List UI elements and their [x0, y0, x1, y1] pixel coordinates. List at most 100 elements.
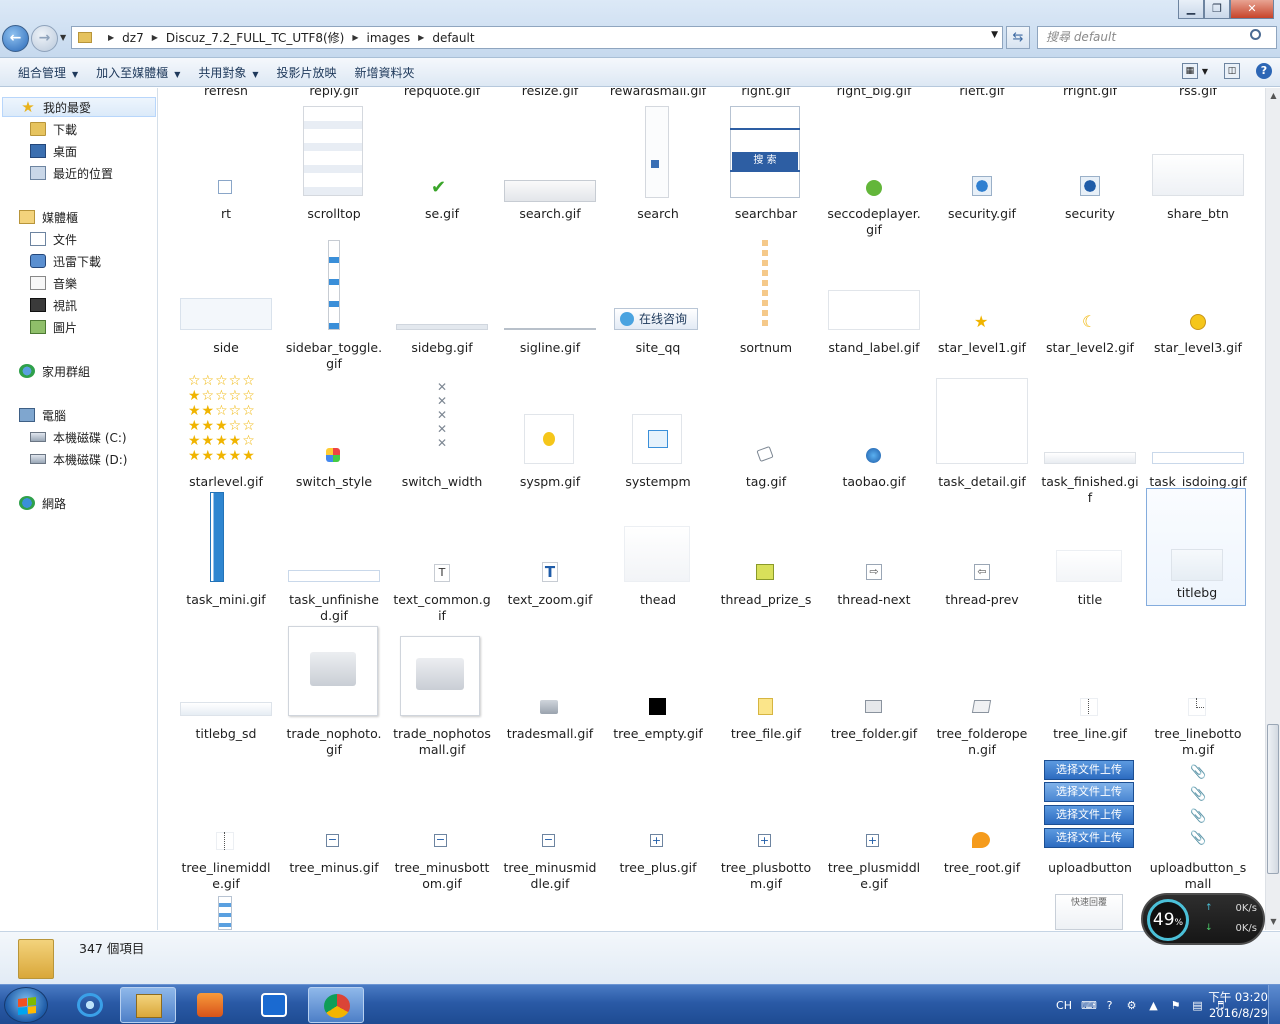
nav-downloads[interactable]: 下載: [30, 119, 77, 139]
language-indicator[interactable]: CH: [1056, 999, 1072, 1012]
file-thumbnail: T: [500, 480, 600, 590]
nav-recent[interactable]: 最近的位置: [30, 163, 113, 183]
scroll-up-icon[interactable]: ▲: [1266, 88, 1280, 103]
nav-label: 本機磁碟 (D:): [53, 452, 128, 467]
file-thumbnail: T: [392, 480, 492, 590]
nav-drive-c[interactable]: 本機磁碟 (C:): [30, 427, 127, 447]
nav-label: 桌面: [53, 144, 78, 159]
clock-date: 2016/8/29: [1209, 1006, 1268, 1020]
download-arrow-icon: ↓: [1205, 923, 1213, 933]
quick-reply-thumb-text: 快速回覆: [1055, 894, 1123, 930]
scrollbar-thumb[interactable]: [1267, 724, 1279, 874]
chevron-right-icon[interactable]: ▶: [418, 33, 424, 42]
file-item-selected[interactable]: titlebg: [1146, 488, 1246, 606]
file-thumbnail: [176, 94, 276, 204]
clock[interactable]: 下午 03:20 2016/8/29: [1208, 989, 1268, 1021]
internet-explorer-icon: [77, 993, 103, 1017]
taskbar-ie[interactable]: [62, 987, 118, 1023]
include-library-label: 加入至媒體櫃: [96, 65, 169, 80]
network-speed-widget[interactable]: 49% ↑ 0K/s ↓ 0K/s: [1141, 893, 1265, 945]
vertical-scrollbar[interactable]: ▲ ▼: [1265, 88, 1280, 930]
help-icon[interactable]: ?: [1103, 999, 1116, 1012]
file-label: tree_minus.gif: [289, 860, 379, 875]
start-button[interactable]: [4, 987, 48, 1023]
breadcrumb-discuz[interactable]: Discuz_7.2_FULL_TC_UTF8(修): [166, 29, 345, 46]
breadcrumb-images[interactable]: images: [367, 31, 411, 45]
file-list: refresh reply.gif repquote.gif resize.gi…: [159, 88, 1265, 930]
change-view-icon[interactable]: ▦: [1181, 63, 1198, 79]
address-dropdown-icon[interactable]: ▼: [991, 30, 998, 40]
nav-drive-d[interactable]: 本機磁碟 (D:): [30, 449, 127, 469]
nav-documents[interactable]: 文件: [30, 229, 77, 249]
taskbar-media-player[interactable]: [182, 987, 238, 1023]
taskbar-chrome[interactable]: [308, 987, 364, 1023]
nav-libraries[interactable]: 媒體櫃: [19, 207, 78, 227]
file-label: star_level2.gif: [1046, 340, 1134, 355]
scroll-down-icon[interactable]: ▼: [1266, 914, 1280, 929]
back-button[interactable]: ←: [2, 25, 29, 52]
preview-pane-icon[interactable]: ◫: [1224, 63, 1240, 79]
new-folder-button[interactable]: 新增資料夾: [355, 64, 415, 81]
minimize-button[interactable]: ▁: [1178, 0, 1204, 19]
file-thumbnail: [1148, 94, 1248, 204]
settings-icon[interactable]: ⚙: [1125, 999, 1138, 1012]
homegroup-icon: [19, 364, 35, 378]
view-dropdown-icon[interactable]: ▼: [1202, 67, 1208, 76]
breadcrumb-dz7[interactable]: dz7: [122, 31, 144, 45]
file-thumbnail: [500, 362, 600, 472]
file-thumbnail: [932, 748, 1032, 858]
hard-drive-icon: [30, 432, 46, 442]
nav-homegroup[interactable]: 家用群組: [19, 361, 90, 381]
file-label: task_mini.gif: [186, 592, 266, 607]
maximize-button[interactable]: ❐: [1204, 0, 1230, 19]
file-label: tree_plusmiddle.gif: [827, 860, 921, 891]
desktop-icon: [30, 144, 46, 158]
nav-thunder[interactable]: 迅雷下載: [30, 251, 101, 271]
keyboard-icon[interactable]: ⌨: [1081, 999, 1097, 1012]
help-icon[interactable]: ?: [1256, 63, 1272, 79]
nav-network[interactable]: 網路: [19, 493, 66, 513]
chevron-right-icon[interactable]: ▶: [352, 33, 358, 42]
file-label: search.gif: [519, 206, 581, 221]
taskbar-maxthon[interactable]: [246, 987, 302, 1023]
nav-label: 媒體櫃: [42, 210, 79, 225]
search-icon[interactable]: [1250, 29, 1261, 40]
file-thumbnail: −: [434, 833, 447, 847]
show-desktop-button[interactable]: [1268, 985, 1280, 1024]
address-bar[interactable]: ▶ dz7 ▶ Discuz_7.2_FULL_TC_UTF8(修) ▶ ima…: [71, 26, 1003, 49]
file-label: tree_plusbottom.gif: [720, 860, 812, 891]
file-thumbnail: [1040, 94, 1140, 204]
file-thumbnail: 📎 📎 📎 📎: [1190, 765, 1207, 846]
nav-computer[interactable]: 電腦: [19, 405, 66, 425]
nav-favorites[interactable]: ★ 我的最愛: [2, 97, 156, 117]
organize-menu[interactable]: 組合管理 ▼: [18, 64, 78, 81]
forward-button[interactable]: →: [31, 25, 58, 52]
network-tray-icon[interactable]: ▤: [1191, 999, 1204, 1012]
taskbar-explorer[interactable]: [120, 987, 176, 1023]
file-thumbnail: [1147, 481, 1247, 591]
file-thumbnail: [1148, 614, 1248, 724]
share-menu[interactable]: 共用對象 ▼: [198, 64, 258, 81]
refresh-button[interactable]: ⇆: [1006, 26, 1030, 49]
include-library-menu[interactable]: 加入至媒體櫃 ▼: [96, 64, 180, 81]
chevron-right-icon[interactable]: ▶: [152, 33, 158, 42]
nav-music[interactable]: 音樂: [30, 273, 77, 293]
file-thumbnail: ✕ ✕ ✕ ✕ ✕: [436, 380, 448, 450]
recent-pages-dropdown[interactable]: ▼: [60, 33, 66, 42]
nav-desktop[interactable]: 桌面: [30, 141, 77, 161]
file-label: tree_minusbottom.gif: [394, 860, 490, 891]
percent-unit: %: [1174, 918, 1184, 928]
action-center-flag-icon[interactable]: ⚑: [1169, 999, 1182, 1012]
chevron-down-icon: ▼: [72, 69, 79, 79]
breadcrumb-default[interactable]: default: [432, 31, 474, 45]
file-label: scrolltop: [307, 206, 361, 221]
chevron-right-icon[interactable]: ▶: [108, 33, 114, 42]
nav-pictures[interactable]: 圖片: [30, 317, 77, 337]
file-thumbnail: 选择文件上传 选择文件上传 选择文件上传 选择文件上传: [1040, 748, 1140, 858]
upload-thumb-text: 选择文件上传: [1044, 782, 1134, 802]
close-button[interactable]: ✕: [1230, 0, 1274, 19]
slideshow-button[interactable]: 投影片放映: [277, 64, 337, 81]
file-thumbnail: [824, 614, 924, 724]
show-hidden-icons[interactable]: ▲: [1147, 999, 1160, 1012]
nav-videos[interactable]: 視訊: [30, 295, 77, 315]
